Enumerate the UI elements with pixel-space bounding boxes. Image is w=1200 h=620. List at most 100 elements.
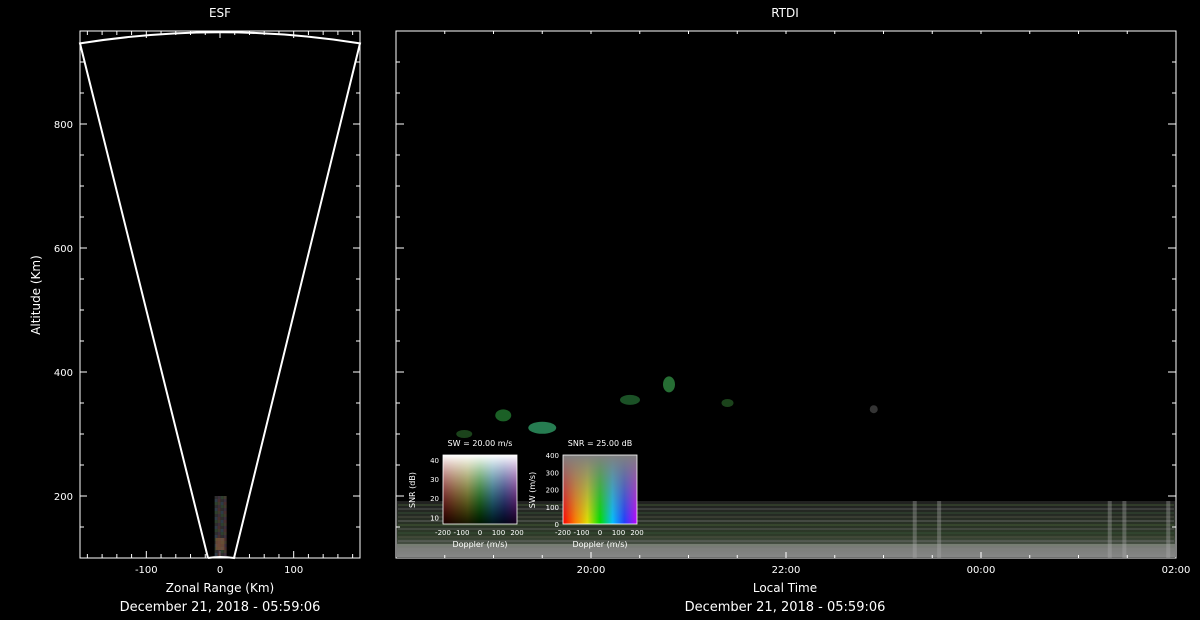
- esf-echo-cell: [214, 550, 218, 553]
- rtdi-scatter-echo: [620, 394, 640, 405]
- esf-echo-cell: [217, 523, 221, 526]
- colorbar-1-ytick-label: 20: [430, 495, 439, 503]
- esf-echo-cell: [214, 553, 218, 556]
- esf-echo-cell: [214, 532, 218, 535]
- esf-echo-cell: [223, 511, 227, 514]
- colorbar-1-title: SW = 20.00 m/s: [448, 439, 513, 448]
- esf-echo-cell: [214, 523, 218, 526]
- esf-echo-cell: [214, 502, 218, 505]
- esf-echo-cell: [223, 508, 227, 511]
- colorbar-2-swatch: [562, 454, 638, 525]
- esf-panel: ESF 200 400 600 800 -100 0 100 Zonal Range (Km…: [29, 6, 362, 615]
- esf-echo-cell: [223, 526, 227, 529]
- rtdi-scatter-echo: [663, 376, 675, 393]
- colorbar-1-xtick-label: 0: [478, 529, 482, 537]
- esf-echo-cell: [220, 508, 224, 511]
- esf-echo-cell: [214, 529, 218, 532]
- esf-echo-cell: [217, 535, 221, 538]
- esf-title: ESF: [209, 6, 231, 20]
- esf-echo-cell: [220, 520, 224, 523]
- esf-ylabel: Altitude (Km): [29, 255, 43, 335]
- rtdi-echo-column: [1122, 501, 1127, 558]
- rtdi-scatter-echo: [721, 399, 734, 407]
- esf-echo-cell: [214, 526, 218, 529]
- esf-echo-cell: [220, 514, 224, 517]
- esf-echo-cell: [220, 553, 224, 556]
- colorbar-1-xtick-label: 200: [510, 529, 523, 537]
- esf-echo-cell: [217, 499, 221, 502]
- esf-echo-cell: [214, 535, 218, 538]
- esf-echo-cell: [214, 499, 218, 502]
- esf-echo-cell: [223, 514, 227, 517]
- esf-echo-cell: [223, 550, 227, 553]
- esf-echo-cell: [220, 532, 224, 535]
- esf-echo-cell: [223, 502, 227, 505]
- rtdi-xtick-label: 02:00: [1162, 565, 1191, 576]
- colorbar-1-ytick-label: 10: [430, 514, 439, 522]
- rtdi-scatter-echo: [869, 405, 878, 414]
- rtdi-echo-column: [1166, 501, 1171, 558]
- esf-echo-cell: [217, 514, 221, 517]
- colorbar-2-ytick-label: 300: [546, 469, 559, 477]
- esf-xtick-label: 100: [284, 565, 303, 576]
- esf-footer: December 21, 2018 - 05:59:06: [120, 600, 321, 615]
- esf-echo-cell: [223, 529, 227, 532]
- esf-echo-cell: [217, 517, 221, 520]
- rtdi-echo-column: [1107, 501, 1112, 558]
- esf-echo-core: [215, 538, 225, 550]
- esf-echo-cell: [220, 550, 224, 553]
- esf-echo-cell: [217, 550, 221, 553]
- esf-echo-cell: [220, 523, 224, 526]
- esf-ytick-label: 600: [54, 244, 73, 255]
- esf-echo-cell: [223, 523, 227, 526]
- rtdi-scatter-echo: [456, 430, 473, 438]
- esf-echo-cell: [223, 505, 227, 508]
- colorbar-1-xtick-label: 100: [492, 529, 505, 537]
- esf-echo-cell: [214, 520, 218, 523]
- esf-echo-cell: [217, 553, 221, 556]
- colorbar-1-ylabel: SNR (dB): [408, 472, 417, 508]
- colorbar-1-swatch: [442, 454, 518, 525]
- colorbar-1-xtick-label: -200: [435, 529, 451, 537]
- colorbar-2-ylabel: SW (m/s): [528, 472, 537, 508]
- colorbar-2-xtick-label: -200: [555, 529, 571, 537]
- esf-echo-cell: [217, 511, 221, 514]
- esf-echo-cell: [214, 514, 218, 517]
- colorbar-1-ytick-label: 40: [430, 457, 439, 465]
- esf-echo-cell: [217, 508, 221, 511]
- colorbar-1-xtick-label: -100: [454, 529, 470, 537]
- esf-echo-cell: [223, 520, 227, 523]
- colorbar-2-xtick-label: 100: [612, 529, 625, 537]
- colorbar-2-ytick-label: 0: [555, 521, 559, 529]
- esf-echo-cell: [217, 526, 221, 529]
- colorbar-1-ytick-label: 30: [430, 476, 439, 484]
- esf-echo-cell: [220, 529, 224, 532]
- rtdi-title: RTDI: [771, 6, 799, 20]
- colorbar-1-xlabel: Doppler (m/s): [452, 540, 507, 549]
- esf-xtick-label: -100: [135, 565, 158, 576]
- colorbar-2-xtick-label: 0: [598, 529, 602, 537]
- esf-echo-cell: [214, 508, 218, 511]
- rtdi-echo-column: [937, 501, 942, 558]
- colorbar-2-xtick-label: 200: [630, 529, 643, 537]
- esf-echo-cell: [223, 535, 227, 538]
- esf-xtick-label: 0: [217, 565, 223, 576]
- esf-echo-cell: [217, 529, 221, 532]
- esf-echo-cell: [217, 505, 221, 508]
- colorbar-2-ytick-label: 400: [546, 452, 559, 460]
- esf-echo-cell: [223, 496, 227, 499]
- esf-echo-cell: [214, 511, 218, 514]
- esf-echo-cell: [214, 517, 218, 520]
- colorbar-2-title: SNR = 25.00 dB: [568, 439, 632, 448]
- esf-echo-cell: [220, 496, 224, 499]
- esf-echo-cell: [223, 499, 227, 502]
- esf-echo-cell: [217, 496, 221, 499]
- esf-echo: [214, 496, 227, 556]
- esf-ytick-label: 400: [54, 368, 73, 379]
- esf-echo-cell: [220, 499, 224, 502]
- rtdi-echo-column: [912, 501, 917, 558]
- esf-plot-frame: [79, 30, 361, 559]
- esf-ytick-label: 800: [54, 120, 73, 131]
- esf-echo-cell: [214, 496, 218, 499]
- esf-echo-cell: [223, 532, 227, 535]
